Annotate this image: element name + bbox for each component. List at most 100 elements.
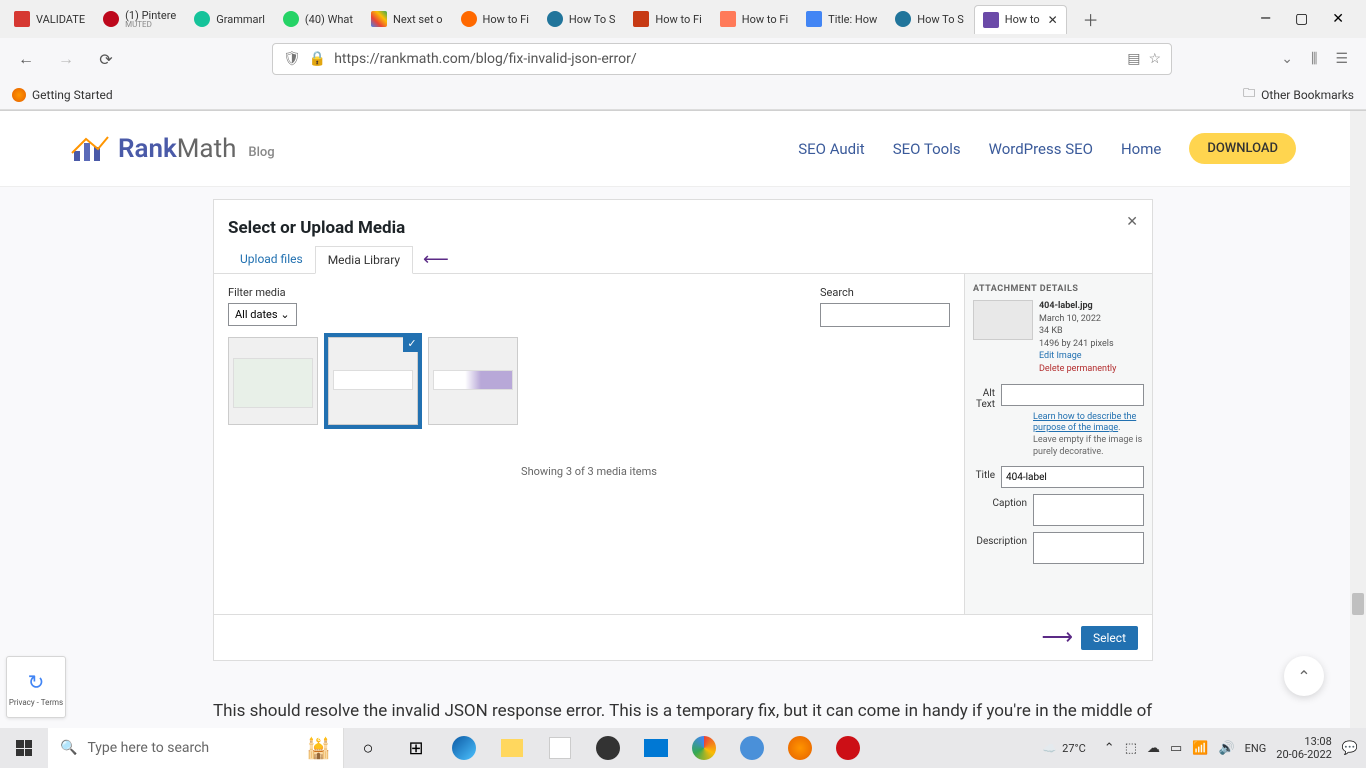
browser-tab[interactable]: Grammarl [186, 5, 273, 33]
qbittorrent-icon[interactable] [728, 728, 776, 768]
task-view-button[interactable]: ○ [344, 728, 392, 768]
library-icon[interactable]: ⫼ [1311, 51, 1317, 67]
mail-icon[interactable] [632, 728, 680, 768]
taskbar-search[interactable]: 🔍 Type here to search 🕌 [48, 728, 344, 768]
media-modal-screenshot: Select or Upload Media ✕ Upload files Me… [213, 199, 1153, 661]
attachment-dimensions: 1496 by 241 pixels [1039, 338, 1116, 351]
file-explorer-icon[interactable] [488, 728, 536, 768]
reader-mode-icon[interactable]: ▤ [1127, 51, 1140, 67]
edit-image-link: Edit Image [1039, 350, 1116, 363]
annotation-arrow-icon: ⟵ [423, 249, 449, 270]
browser-tab[interactable]: How To S [887, 5, 971, 33]
tab-title: How to [1005, 13, 1040, 26]
media-thumbnail-selected: ✓ [328, 337, 418, 425]
browser-tab[interactable]: VALIDATE [6, 5, 93, 33]
tray-chevron-icon[interactable]: ⌃ [1104, 741, 1115, 756]
description-label: Description [973, 532, 1027, 547]
opera-red-icon[interactable] [824, 728, 872, 768]
cloud-icon: ☁️ [1042, 742, 1056, 755]
browser-tab[interactable]: (1) PintereMUTED [95, 3, 184, 35]
clock[interactable]: 13:08 20-06-2022 [1276, 735, 1332, 761]
reload-button[interactable]: ⟳ [92, 45, 120, 73]
window-close[interactable]: ✕ [1332, 11, 1344, 27]
download-button[interactable]: DOWNLOAD [1189, 133, 1296, 164]
nav-seo-audit[interactable]: SEO Audit [798, 140, 864, 158]
browser-tab[interactable]: How to Fi [453, 5, 537, 33]
start-button[interactable] [0, 728, 48, 768]
store-icon[interactable] [536, 728, 584, 768]
tab-strip: VALIDATE (1) PintereMUTED Grammarl (40) … [0, 0, 1366, 38]
new-tab-button[interactable]: ＋ [1077, 5, 1105, 33]
url-text: https://rankmath.com/blog/fix-invalid-js… [334, 51, 1119, 67]
touchpad-icon[interactable]: ⬚ [1125, 741, 1137, 756]
address-bar[interactable]: 🛡 🔒 https://rankmath.com/blog/fix-invali… [272, 43, 1172, 75]
forward-button[interactable]: → [52, 45, 80, 73]
site-logo[interactable]: RankMath Blog [70, 133, 275, 165]
attachment-details-panel: ATTACHMENT DETAILS 404-label.jpg March 1… [964, 274, 1152, 614]
other-bookmarks[interactable]: 🗀 Other Bookmarks [1243, 84, 1354, 105]
shield-icon: 🛡 [283, 51, 301, 67]
back-button[interactable]: ← [12, 45, 40, 73]
vertical-scrollbar[interactable] [1350, 111, 1366, 728]
nav-seo-tools[interactable]: SEO Tools [893, 140, 961, 158]
alt-help-link: Learn how to describe the purpose of the… [1033, 412, 1136, 434]
browser-tab[interactable]: (40) What [275, 5, 361, 33]
browser-tab[interactable]: Title: How [798, 5, 885, 33]
tab-upload-files: Upload files [228, 246, 315, 273]
language-indicator[interactable]: ENG [1245, 742, 1267, 755]
scrollbar-thumb[interactable] [1352, 593, 1364, 615]
opera-icon[interactable] [584, 728, 632, 768]
firefox-icon[interactable] [776, 728, 824, 768]
media-thumbnail [428, 337, 518, 425]
tab-title: How to Fi [483, 13, 529, 26]
wifi-icon[interactable]: 📶 [1192, 741, 1208, 756]
article-paragraph: This should resolve the invalid JSON res… [213, 697, 1153, 728]
notifications-icon[interactable]: 💬 [1342, 741, 1358, 756]
tab-title: Title: How [828, 13, 877, 26]
bookmark-label: Getting Started [32, 88, 113, 102]
volume-icon[interactable]: 🔊 [1218, 741, 1234, 756]
delete-permanently-link: Delete permanently [1039, 363, 1116, 376]
modal-title: Select or Upload Media [228, 218, 1138, 238]
window-minimize[interactable]: — [1260, 11, 1271, 27]
battery-icon[interactable]: ▭ [1170, 741, 1182, 756]
menu-icon[interactable]: ☰ [1335, 51, 1348, 67]
media-count-text: Showing 3 of 3 media items [228, 465, 950, 478]
browser-tab[interactable]: Next set o [363, 5, 451, 33]
firefox-icon [12, 88, 26, 102]
browser-tab[interactable]: How To S [539, 5, 623, 33]
nav-wordpress-seo[interactable]: WordPress SEO [989, 140, 1093, 158]
onedrive-icon[interactable]: ☁ [1147, 741, 1160, 756]
tab-close-icon[interactable]: ✕ [1048, 13, 1058, 27]
chrome-icon[interactable] [680, 728, 728, 768]
tab-title: How to Fi [655, 13, 701, 26]
weather-widget[interactable]: ☁️ 27°C [1042, 742, 1085, 755]
edge-icon[interactable] [440, 728, 488, 768]
bookmark-label: Other Bookmarks [1261, 88, 1354, 102]
tab-title: How To S [917, 13, 963, 26]
bookmark-item[interactable]: Getting Started [12, 88, 113, 102]
taj-mahal-icon: 🕌 [306, 736, 331, 760]
windows-icon [16, 740, 32, 756]
logo-text: Math [177, 134, 237, 164]
tab-title: How To S [569, 13, 615, 26]
search-label: Search [820, 286, 950, 299]
taskbar-app[interactable]: ⊞ [392, 728, 440, 768]
logo-text: Rank [118, 134, 177, 164]
filter-media-label: Filter media [228, 286, 297, 299]
alt-text-input [1001, 384, 1144, 406]
recaptcha-badge[interactable]: Privacy - Terms [6, 656, 66, 718]
tab-title: Next set o [393, 13, 443, 26]
chevron-up-icon: ⌃ [1297, 667, 1310, 686]
folder-icon: 🗀 [1243, 84, 1255, 105]
browser-tab[interactable]: How to Fi [625, 5, 709, 33]
main-nav: SEO Audit SEO Tools WordPress SEO Home D… [798, 133, 1296, 164]
browser-tab-active[interactable]: How to ✕ [974, 5, 1067, 34]
bookmark-star-icon[interactable]: ☆ [1148, 51, 1161, 67]
pocket-icon[interactable]: ⌄ [1281, 51, 1293, 67]
page-viewport: RankMath Blog SEO Audit SEO Tools WordPr… [0, 111, 1366, 728]
browser-tab[interactable]: How to Fi [712, 5, 796, 33]
window-maximize[interactable]: ▢ [1295, 11, 1308, 27]
nav-home[interactable]: Home [1121, 140, 1161, 158]
scroll-to-top-button[interactable]: ⌃ [1284, 656, 1324, 696]
